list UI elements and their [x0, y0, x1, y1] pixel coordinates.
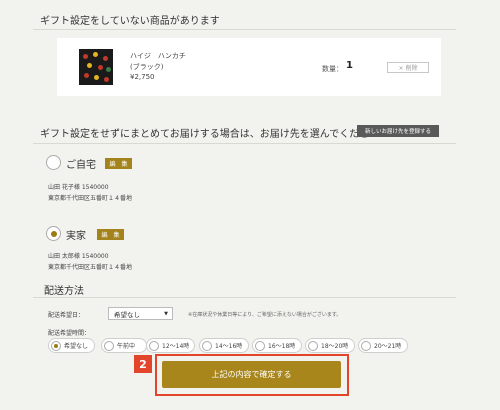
- product-price: ¥2,750: [130, 73, 155, 81]
- quantity-value: 1: [346, 60, 353, 71]
- time-option-label: 午前中: [117, 343, 136, 350]
- delivery-date-note: ※在庫状況や休業日等により、ご希望に添えない場合がございます。: [188, 312, 342, 318]
- time-option-16-18[interactable]: 16〜18時: [252, 338, 302, 353]
- radio-icon: [51, 340, 61, 351]
- time-option-18-20[interactable]: 18〜20時: [305, 338, 355, 353]
- divider: [33, 297, 456, 298]
- time-option-label: 14〜16時: [215, 343, 243, 350]
- divider: [33, 29, 456, 30]
- quantity-label: 数量：: [322, 65, 343, 73]
- address-name-family: 実家: [66, 231, 86, 242]
- time-option-morning[interactable]: 午前中: [101, 338, 147, 353]
- delivery-time-label: 配送希望時間：: [48, 330, 91, 337]
- address-line-street: 東京都千代田区五番町１４番地: [48, 264, 133, 271]
- address-line-recipient: 山田 花子様 1540000: [48, 184, 109, 191]
- radio-icon: [202, 340, 212, 351]
- product-card: ハイジ ハンカチ (ブラック) ¥2,750 数量： 1 × 削除: [57, 38, 441, 96]
- step-number-badge: 2: [134, 355, 152, 373]
- edit-address-family-button[interactable]: 編 集: [97, 229, 124, 240]
- radio-icon: [308, 340, 318, 351]
- no-gift-heading: ギフト設定をしていない商品があります: [40, 16, 220, 27]
- shipping-heading: 配送方法: [44, 286, 84, 297]
- delivery-heading: ギフト設定をせずにまとめてお届けする場合は、お届け先を選んでください: [40, 129, 380, 140]
- delete-button[interactable]: × 削除: [387, 62, 429, 73]
- edit-address-home-button[interactable]: 編 集: [105, 158, 132, 169]
- product-variant: (ブラック): [130, 63, 164, 71]
- address-line-street: 東京都千代田区五番町１４番地: [48, 195, 133, 202]
- product-name[interactable]: ハイジ ハンカチ: [130, 51, 186, 61]
- address-radio-family[interactable]: [46, 226, 61, 241]
- delivery-date-label: 配送希望日：: [48, 312, 85, 319]
- delivery-date-value: 希望なし: [114, 310, 140, 319]
- time-option-label: 希望なし: [64, 343, 89, 350]
- product-thumbnail[interactable]: [79, 49, 113, 85]
- address-line-recipient: 山田 太郎様 1540000: [48, 253, 109, 260]
- time-option-label: 12〜14時: [162, 343, 190, 350]
- time-option-12-14[interactable]: 12〜14時: [146, 338, 195, 353]
- radio-icon: [149, 340, 159, 351]
- time-option-label: 18〜20時: [321, 343, 349, 350]
- address-radio-home[interactable]: [46, 155, 61, 170]
- delivery-date-select[interactable]: 希望なし ▼: [108, 307, 173, 320]
- address-name-home: ご自宅: [66, 160, 96, 171]
- divider: [33, 143, 456, 144]
- radio-icon: [104, 340, 114, 351]
- time-option-label: 16〜18時: [268, 343, 296, 350]
- time-option-none[interactable]: 希望なし: [48, 338, 95, 353]
- time-option-20-21[interactable]: 20〜21時: [358, 338, 408, 353]
- time-option-label: 20〜21時: [374, 343, 402, 350]
- radio-icon: [361, 340, 371, 351]
- new-address-button[interactable]: 新しいお届け先を登録する: [357, 125, 439, 137]
- radio-icon: [255, 340, 265, 351]
- chevron-down-icon: ▼: [164, 311, 168, 317]
- time-option-14-16[interactable]: 14〜16時: [199, 338, 249, 353]
- confirm-button[interactable]: 上記の内容で確定する: [162, 361, 341, 388]
